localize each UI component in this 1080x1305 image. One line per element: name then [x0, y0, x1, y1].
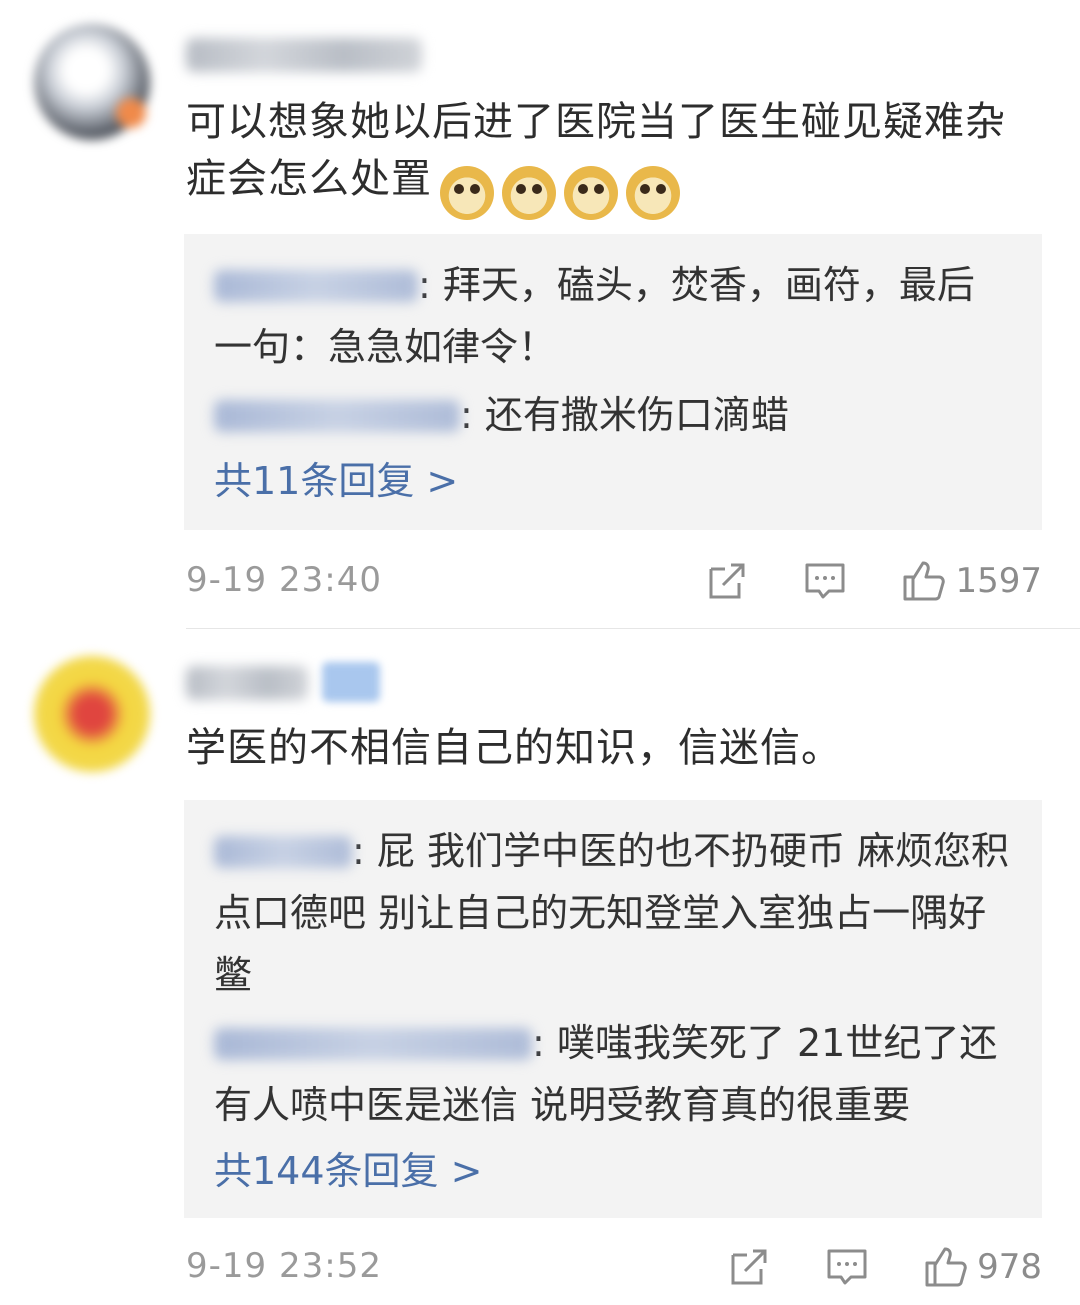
- reply-item: : 拜天，磕头，焚香，画符，最后一句：急急如律令！: [214, 254, 1012, 378]
- like-count: 978: [977, 1247, 1042, 1287]
- doge-emoji-icon: [626, 166, 680, 220]
- comment-text: 可以想象她以后进了医院当了医生碰见疑难杂症会怎么处置: [186, 94, 1026, 220]
- comment-meta-row: 9-19 23:40 1597: [186, 556, 1042, 606]
- share-icon[interactable]: [727, 1245, 771, 1289]
- avatar[interactable]: [34, 656, 150, 772]
- doge-emoji-icon: [440, 166, 494, 220]
- timestamp: 9-19 23:52: [186, 1246, 382, 1286]
- reply-text: : 还有撒米伤口滴蜡: [460, 393, 789, 437]
- comment-icon[interactable]: [825, 1245, 869, 1289]
- reply-preview-box[interactable]: : 拜天，磕头，焚香，画符，最后一句：急急如律令！ : 还有撒米伤口滴蜡 共11…: [184, 234, 1042, 530]
- comment-text: 学医的不相信自己的知识，信迷信。: [186, 720, 1026, 777]
- thumbs-up-icon[interactable]: [901, 559, 946, 603]
- timestamp: 9-19 23:40: [186, 560, 382, 600]
- reply-username-blurred[interactable]: [214, 836, 352, 868]
- reply-username-blurred[interactable]: [214, 1028, 532, 1060]
- avatar[interactable]: [34, 24, 150, 140]
- username-blurred[interactable]: [186, 666, 308, 700]
- reply-preview-box[interactable]: : 屁 我们学中医的也不扔硬币 麻烦您积点口德吧 别让自己的无知登堂入室独占一隅…: [184, 800, 1042, 1218]
- action-bar: 1597: [705, 556, 1042, 606]
- reply-item: : 噗嗤我笑死了 21世纪了还有人喷中医是迷信 说明受教育真的很重要: [214, 1012, 1012, 1136]
- username-blurred[interactable]: [186, 38, 422, 72]
- view-all-replies-link[interactable]: 共144条回复 >: [214, 1140, 482, 1202]
- verified-badge: [116, 98, 146, 128]
- view-all-replies-link[interactable]: 共11条回复 >: [214, 450, 458, 512]
- action-bar: 978: [727, 1242, 1042, 1292]
- comment-icon[interactable]: [803, 559, 847, 603]
- thumbs-up-icon[interactable]: [923, 1245, 967, 1289]
- doge-emoji-group: [432, 163, 680, 220]
- comment-body: 学医的不相信自己的知识，信迷信。: [186, 725, 842, 771]
- doge-emoji-icon: [564, 166, 618, 220]
- comment-divider: [186, 628, 1080, 629]
- reply-username-blurred[interactable]: [214, 270, 418, 302]
- like-count: 1597: [955, 561, 1042, 601]
- doge-emoji-icon: [502, 166, 556, 220]
- share-icon[interactable]: [705, 559, 749, 603]
- comment-meta-row: 9-19 23:52 978: [186, 1242, 1042, 1292]
- member-badge: [322, 662, 380, 702]
- reply-item: : 还有撒米伤口滴蜡: [214, 384, 1012, 446]
- reply-username-blurred[interactable]: [214, 400, 460, 432]
- reply-item: : 屁 我们学中医的也不扔硬币 麻烦您积点口德吧 别让自己的无知登堂入室独占一隅…: [214, 820, 1012, 1006]
